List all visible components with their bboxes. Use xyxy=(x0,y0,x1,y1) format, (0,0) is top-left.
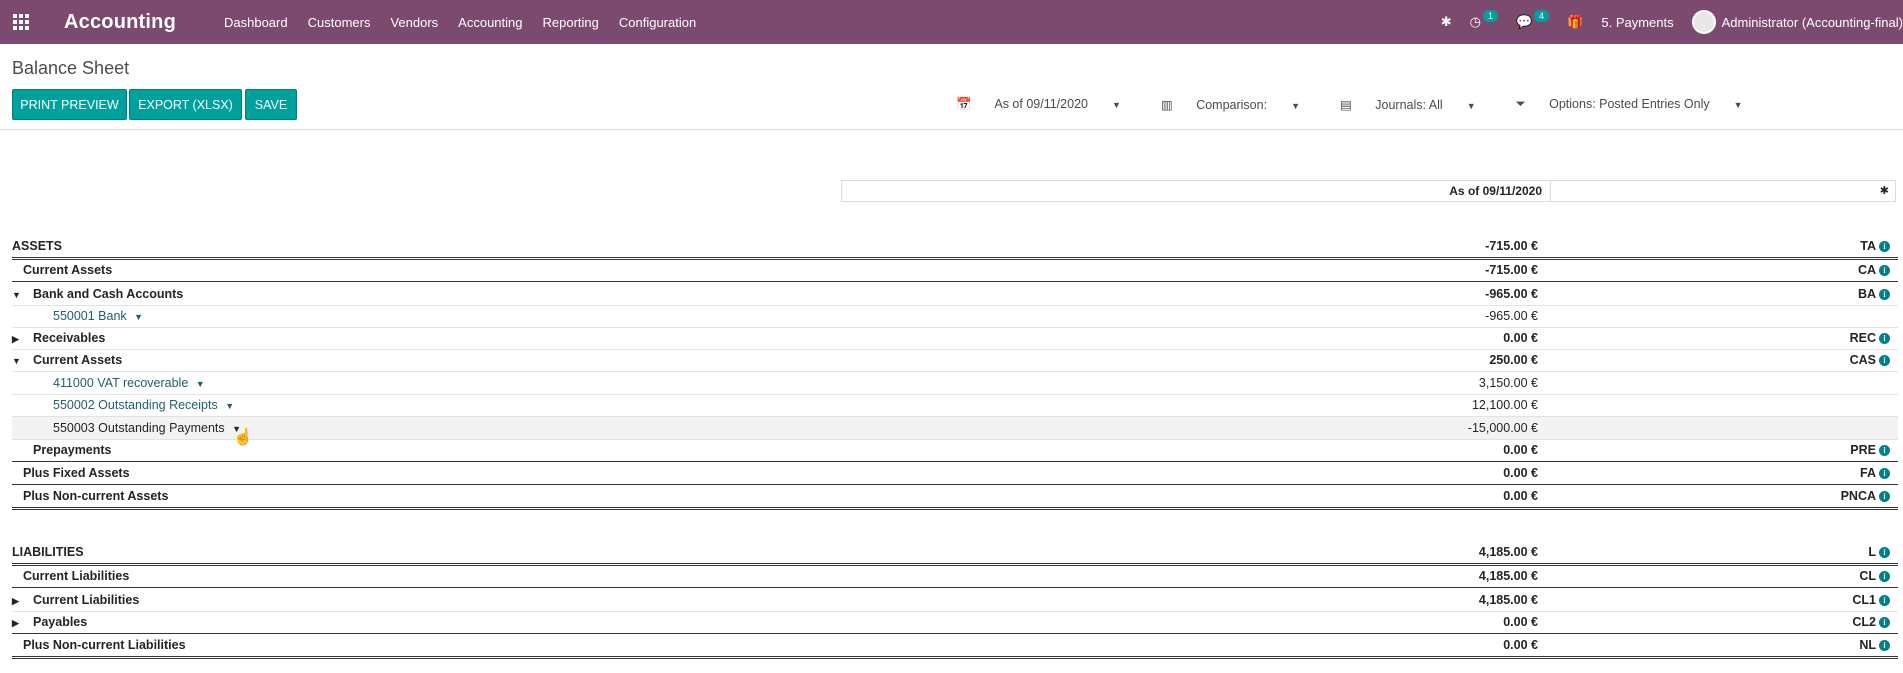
apps-menu-icon[interactable] xyxy=(12,13,30,31)
top-navbar: Accounting Dashboard Customers Vendors A… xyxy=(0,0,1903,44)
book-icon: ▤ xyxy=(1339,98,1352,112)
messages-chat-icon[interactable]: 💬 4 xyxy=(1516,10,1550,30)
caret-down-icon[interactable]: ▼ xyxy=(225,401,234,411)
info-icon[interactable]: i xyxy=(1879,355,1890,367)
control-panel-divider xyxy=(0,129,1903,130)
date-filter[interactable]: 📅 As of 09/11/2020 ▼ xyxy=(956,97,1141,112)
info-icon[interactable]: i xyxy=(1879,491,1890,503)
caret-down-icon[interactable]: ▼ xyxy=(196,379,205,389)
info-icon[interactable]: i xyxy=(1879,265,1890,277)
debug-bug-icon[interactable]: ✱ xyxy=(1880,184,1889,197)
caret-right-icon[interactable]: ▶ xyxy=(12,612,26,634)
debug-bug-icon[interactable]: ✱ xyxy=(1441,14,1452,30)
calendar-icon: 📅 xyxy=(956,97,972,111)
report-row-non-current-liabilities[interactable]: Plus Non-current Liabilities 0.00 € NL i xyxy=(12,634,1898,659)
main-menu: Dashboard Customers Vendors Accounting R… xyxy=(224,15,716,30)
options-filter[interactable]: ⏷ Options: Posted Entries Only ▼ xyxy=(1516,97,1763,112)
report-row-bank-cash[interactable]: ▼ Bank and Cash Accounts -965.00 € BA i xyxy=(12,283,1898,306)
caret-down-icon: ▼ xyxy=(1733,100,1743,110)
gift-icon[interactable]: 🎁 xyxy=(1567,14,1583,30)
info-icon[interactable]: i xyxy=(1879,333,1890,345)
caret-right-icon[interactable]: ▶ xyxy=(12,590,26,612)
info-icon[interactable]: i xyxy=(1879,445,1890,457)
report-row-550002[interactable]: 550002 Outstanding Receipts ▼ 12,100.00 … xyxy=(12,394,1898,417)
info-icon[interactable]: i xyxy=(1879,617,1890,629)
app-brand[interactable]: Accounting xyxy=(64,11,176,34)
report-row-411000[interactable]: 411000 VAT recoverable ▼ 3,150.00 € xyxy=(12,372,1898,395)
company-switcher[interactable]: 5. Payments xyxy=(1601,15,1673,30)
avatar xyxy=(1691,10,1716,34)
activity-badge: 1 xyxy=(1482,10,1498,22)
menu-dashboard[interactable]: Dashboard xyxy=(224,15,288,30)
report-column-header: As of 09/11/2020 ✱ xyxy=(841,180,1896,202)
report-row-current-liabilities-sub[interactable]: ▶ Current Liabilities 4,185.00 € CL1 i xyxy=(12,589,1898,612)
caret-down-icon[interactable]: ▼ xyxy=(12,350,26,372)
user-menu[interactable]: Administrator (Accounting-final) xyxy=(1691,10,1903,34)
filter-funnel-icon: ⏷ xyxy=(1515,97,1526,111)
caret-down-icon: ▼ xyxy=(1111,100,1121,110)
journals-filter[interactable]: ▤ Journals: All ▼ xyxy=(1340,97,1496,112)
info-icon[interactable]: i xyxy=(1879,289,1890,301)
report-row-550001[interactable]: 550001 Bank ▼ -965.00 € xyxy=(12,305,1898,328)
bar-chart-icon: ▥ xyxy=(1160,98,1173,112)
info-icon[interactable]: i xyxy=(1879,640,1890,652)
report-row-receivables[interactable]: ▶ Receivables 0.00 € REC i xyxy=(12,327,1898,350)
comparison-filter[interactable]: ▥ Comparison: ▼ xyxy=(1161,97,1320,112)
hand-cursor-icon: ☝ xyxy=(233,429,253,446)
report-row-assets[interactable]: ASSETS -715.00 € TA i xyxy=(12,235,1898,260)
menu-reporting[interactable]: Reporting xyxy=(543,15,599,30)
info-icon[interactable]: i xyxy=(1879,571,1890,583)
info-icon[interactable]: i xyxy=(1879,241,1890,253)
menu-configuration[interactable]: Configuration xyxy=(619,15,696,30)
page-title: Balance Sheet xyxy=(12,58,130,78)
caret-right-icon[interactable]: ▶ xyxy=(12,328,26,350)
report-row-liabilities[interactable]: LIABILITIES 4,185.00 € Li xyxy=(12,541,1898,566)
user-name: Administrator (Accounting-final) xyxy=(1721,14,1903,30)
print-preview-button[interactable]: PRINT PREVIEW xyxy=(12,89,127,120)
info-icon[interactable]: i xyxy=(1879,468,1890,480)
caret-down-icon[interactable]: ▼ xyxy=(134,312,143,322)
report-row-non-current-assets[interactable]: Plus Non-current Assets 0.00 € PNCA i xyxy=(12,485,1898,510)
report-row-current-liabilities[interactable]: Current Liabilities 4,185.00 € CL i xyxy=(12,565,1898,588)
systray: ✱ ◷ 1 💬 4 🎁 5. Payments Administrator (Acc… xyxy=(1423,0,1903,44)
report-filters: 📅 As of 09/11/2020 ▼ ▥ Comparison: ▼ ▤ Jou… xyxy=(956,97,1783,112)
report-row-current-assets[interactable]: Current Assets -715.00 € CA i xyxy=(12,259,1898,282)
report-row-prepayments[interactable]: Prepayments 0.00 € PRE i xyxy=(12,439,1898,462)
save-button[interactable]: SAVE xyxy=(245,89,297,120)
menu-accounting[interactable]: Accounting xyxy=(458,15,522,30)
report-row-550003[interactable]: 550003 Outstanding Payments ▼ -15,000.00… xyxy=(12,417,1898,440)
export-xlsx-button[interactable]: EXPORT (XLSX) xyxy=(129,89,242,120)
report-row-fixed-assets[interactable]: Plus Fixed Assets 0.00 € FA i xyxy=(12,462,1898,485)
caret-down-icon: ▼ xyxy=(1466,101,1476,111)
column-date-label: As of 09/11/2020 xyxy=(842,181,1551,201)
menu-customers[interactable]: Customers xyxy=(308,15,371,30)
menu-vendors[interactable]: Vendors xyxy=(390,15,438,30)
caret-down-icon: ▼ xyxy=(1291,101,1300,111)
report-row-payables[interactable]: ▶ Payables 0.00 € CL2 i xyxy=(12,611,1898,634)
info-icon[interactable]: i xyxy=(1879,547,1890,559)
report-row-current-assets-sub[interactable]: ▼ Current Assets 250.00 € CAS i xyxy=(12,349,1898,372)
messages-badge: 4 xyxy=(1534,10,1550,22)
caret-down-icon[interactable]: ▼ xyxy=(12,284,26,306)
activity-clock-icon[interactable]: ◷ 1 xyxy=(1470,10,1498,30)
info-icon[interactable]: i xyxy=(1879,595,1890,607)
